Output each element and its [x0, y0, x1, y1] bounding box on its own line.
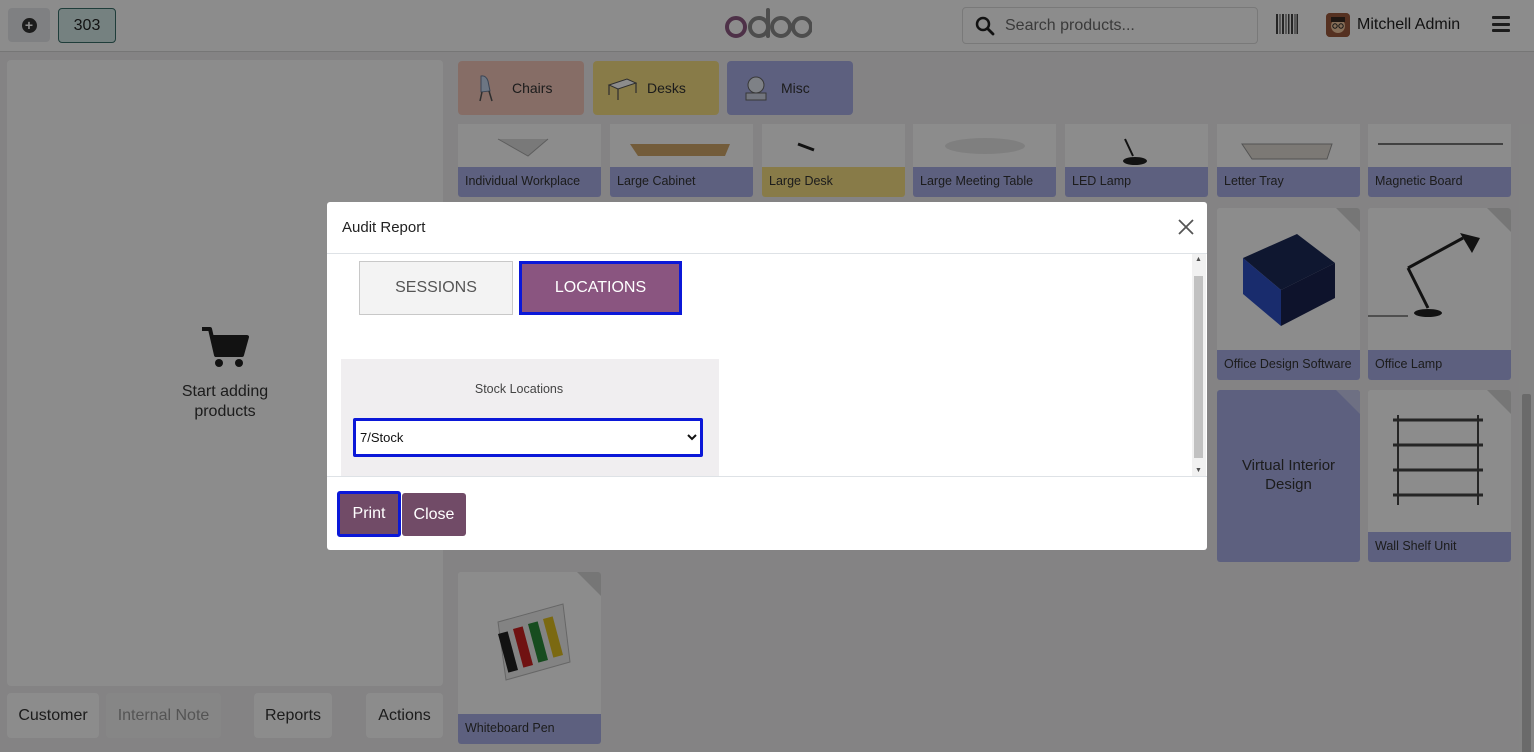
dialog-title: Audit Report: [342, 219, 426, 236]
close-button[interactable]: Close: [402, 493, 466, 536]
dialog-header: Audit Report: [327, 202, 1207, 254]
stock-locations-label: Stock Locations: [474, 382, 564, 396]
stock-locations-panel: Stock Locations 7/Stock: [341, 359, 719, 476]
tab-sessions[interactable]: SESSIONS: [359, 261, 513, 315]
close-icon[interactable]: [1177, 217, 1195, 237]
print-button[interactable]: Print: [337, 491, 401, 537]
dialog-footer: Print Close: [327, 476, 1207, 550]
audit-report-dialog: Audit Report SESSIONS LOCATIONS Stock Lo…: [327, 202, 1207, 550]
scroll-up-icon[interactable]: ▲: [1195, 256, 1202, 263]
dialog-body: SESSIONS LOCATIONS Stock Locations 7/Sto…: [327, 254, 1207, 476]
stock-location-select[interactable]: 7/Stock: [353, 418, 703, 457]
scroll-down-icon[interactable]: ▼: [1195, 467, 1202, 474]
tab-locations[interactable]: LOCATIONS: [519, 261, 682, 315]
dialog-scrollbar[interactable]: ▲ ▼: [1192, 254, 1206, 476]
